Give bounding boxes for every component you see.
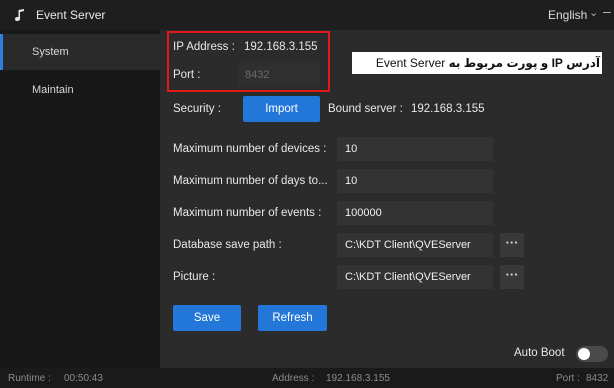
sidebar-item-maintain[interactable]: Maintain	[0, 72, 160, 108]
runtime-value: 00:50:43	[64, 373, 103, 384]
sidebar-item-label: Maintain	[32, 84, 74, 96]
max-devices-field[interactable]: 10	[337, 137, 493, 161]
annotation-text-en: Event Server	[375, 56, 446, 70]
picture-label: Picture :	[173, 271, 216, 283]
language-selector[interactable]: English	[548, 8, 587, 22]
address-value: 192.168.3.155	[326, 373, 390, 384]
title-bar: Event Server English ⌄ –	[0, 0, 614, 30]
ip-port-highlight-box	[167, 31, 330, 92]
window-title: Event Server	[36, 8, 106, 22]
sidebar-item-system[interactable]: System	[0, 34, 160, 70]
bound-server-label: Bound server :	[328, 103, 403, 115]
save-button[interactable]: Save	[173, 305, 241, 331]
max-events-field[interactable]: 100000	[337, 201, 493, 225]
annotation-callout: Event Server آدرس IP و پورت مربوط به	[352, 52, 602, 74]
address-label: Address :	[272, 373, 315, 384]
status-port-value: 8432	[586, 373, 609, 384]
browse-picture-path-button[interactable]: ···	[500, 265, 524, 289]
database-path-field[interactable]: C:\KDT Client\QVEServer	[337, 233, 493, 257]
max-days-field[interactable]: 10	[337, 169, 493, 193]
toggle-knob	[578, 348, 590, 360]
max-days-label: Maximum number of days to...	[173, 175, 328, 187]
auto-boot-label: Auto Boot	[514, 347, 565, 359]
sidebar-item-label: System	[32, 46, 69, 58]
database-path-label: Database save path :	[173, 239, 282, 251]
minimize-icon[interactable]: –	[603, 3, 611, 19]
auto-boot-toggle[interactable]	[576, 346, 608, 362]
max-events-label: Maximum number of events :	[173, 207, 322, 219]
max-devices-label: Maximum number of devices :	[173, 143, 327, 155]
refresh-button[interactable]: Refresh	[258, 305, 327, 331]
bound-server-value: 192.168.3.155	[411, 103, 485, 115]
runtime-label: Runtime :	[8, 373, 51, 384]
annotation-text-fa: آدرس IP و پورت مربوط به	[448, 56, 600, 70]
browse-database-path-button[interactable]: ···	[500, 233, 524, 257]
status-bar: Runtime : 00:50:43 Address : 192.168.3.1…	[0, 368, 614, 388]
chevron-down-icon[interactable]: ⌄	[589, 6, 598, 19]
import-button[interactable]: Import	[243, 96, 320, 122]
app-logo-icon	[15, 9, 24, 21]
security-label: Security :	[173, 103, 221, 115]
status-port-label: Port :	[556, 373, 580, 384]
sidebar: System Maintain	[0, 30, 160, 368]
picture-path-field[interactable]: C:\KDT Client\QVEServer	[337, 265, 493, 289]
